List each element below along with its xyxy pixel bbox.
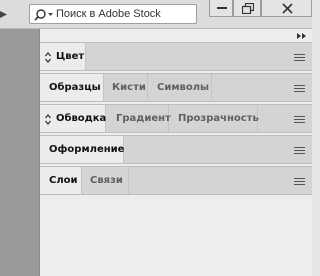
collapse-dock-icon[interactable] (297, 33, 307, 39)
expand-collapse-icon[interactable] (45, 114, 51, 125)
tab-label: Кисти (112, 82, 146, 93)
tab-stroke[interactable]: Обводка (40, 105, 106, 132)
tab-label: Оформление (49, 144, 125, 155)
layers-panel-body (40, 195, 312, 276)
tab-label: Прозрачность (178, 113, 259, 124)
tab-symbols[interactable]: Символы (148, 74, 212, 101)
expand-collapse-icon[interactable] (45, 52, 51, 63)
stroke-panel-header: Обводка Градиент Прозрачность (40, 104, 312, 133)
caret-left-icon[interactable] (0, 11, 7, 18)
panel-menu-icon[interactable] (294, 54, 305, 61)
panel-menu-icon[interactable] (294, 147, 305, 154)
tab-brushes[interactable]: Кисти (104, 74, 148, 101)
search-dropdown[interactable] (32, 7, 56, 21)
minimize-button[interactable] (209, 0, 233, 17)
app-topbar: Поиск в Adobe Stock (0, 0, 312, 29)
panel-menu-icon[interactable] (294, 85, 305, 92)
tab-label: Символы (157, 82, 210, 93)
close-button[interactable] (261, 0, 312, 17)
panel-menu-icon[interactable] (294, 178, 305, 185)
tab-label: Обводка (56, 113, 107, 124)
tab-label: Связи (90, 175, 123, 186)
document-area (0, 29, 39, 276)
appearance-panel-header: Оформление (40, 135, 312, 164)
tab-swatches[interactable]: Образцы (40, 74, 104, 101)
panel-menu-icon[interactable] (294, 116, 305, 123)
tab-label: Цвет (56, 51, 85, 62)
tab-links[interactable]: Связи (82, 167, 129, 194)
restore-button[interactable] (233, 0, 261, 17)
close-icon (282, 3, 293, 14)
tab-color[interactable]: Цвет (40, 43, 86, 70)
tab-label: Образцы (49, 82, 101, 93)
tab-label: Слои (49, 175, 78, 186)
minimize-icon (217, 7, 227, 9)
search-icon (34, 9, 53, 21)
tab-appearance[interactable]: Оформление (40, 136, 124, 163)
restore-icon (242, 3, 254, 14)
swatches-panel-header: Образцы Кисти Символы (40, 73, 312, 102)
search-placeholder: Поиск в Adobe Stock (56, 8, 161, 20)
tab-gradient[interactable]: Градиент (106, 105, 171, 132)
tab-layers[interactable]: Слои (40, 167, 82, 194)
color-panel-header: Цвет (40, 42, 312, 71)
layers-panel-header: Слои Связи (40, 166, 312, 195)
tab-transparency[interactable]: Прозрачность (169, 105, 259, 132)
tab-label: Градиент (116, 113, 171, 124)
adobe-stock-search-input[interactable]: Поиск в Adobe Stock (29, 4, 197, 24)
